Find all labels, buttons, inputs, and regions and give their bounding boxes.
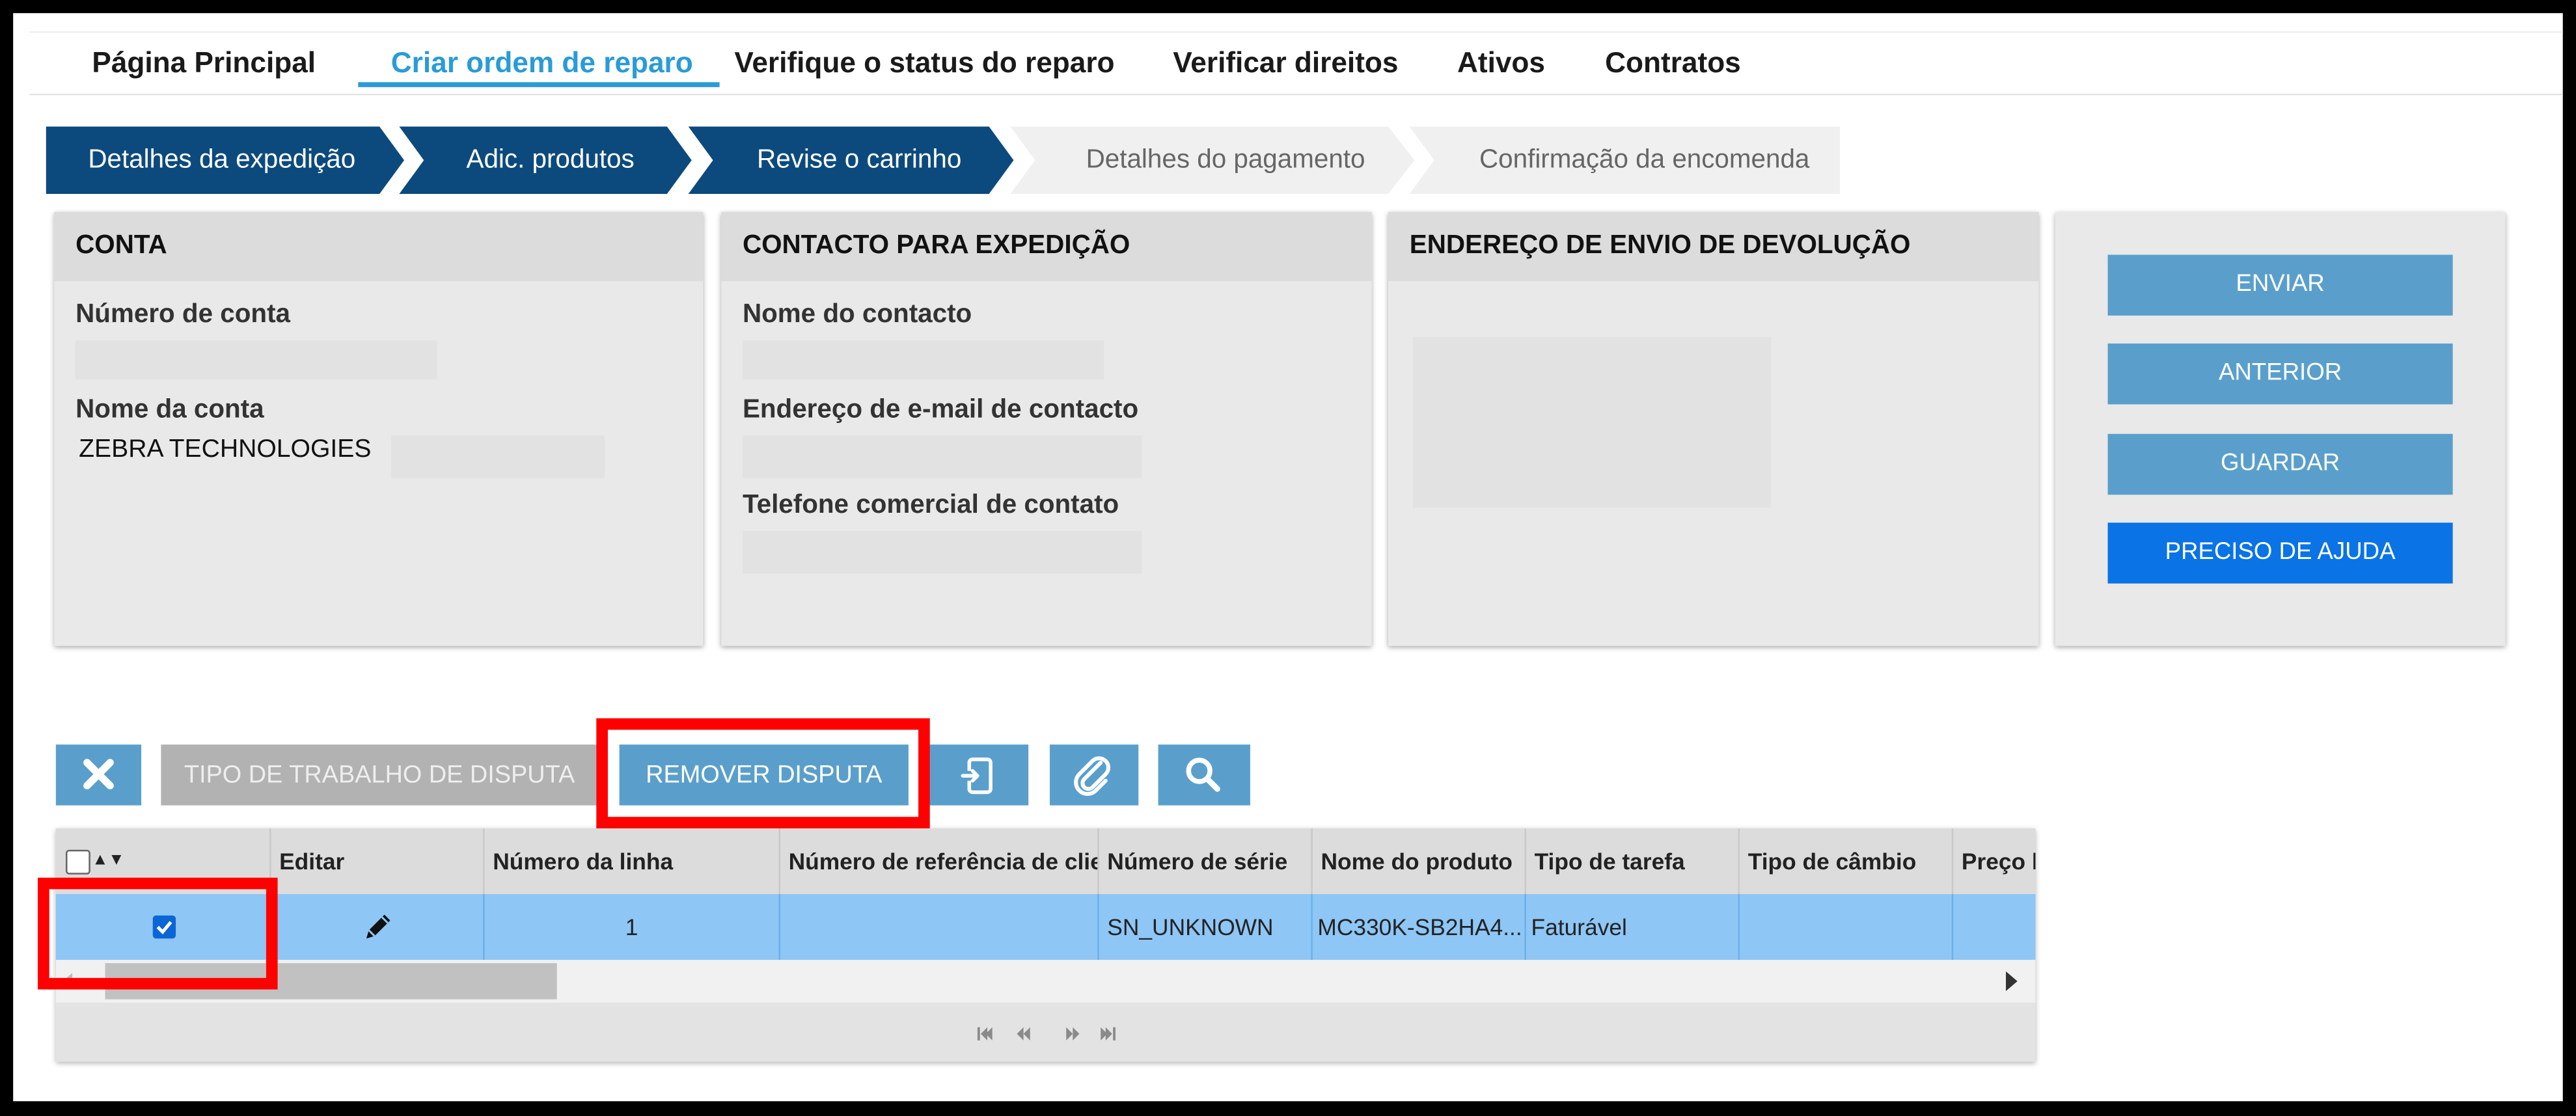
panel-title: CONTA <box>75 232 167 260</box>
nav-assets[interactable]: Ativos <box>1457 33 1545 92</box>
account-name-label: Nome da conta <box>75 396 264 424</box>
step-payment-details: Detalhes do pagamento <box>1010 126 1418 195</box>
delete-button[interactable] <box>55 744 142 806</box>
horizontal-scrollbar[interactable] <box>55 960 2036 1003</box>
account-number-label: Número de conta <box>75 301 290 329</box>
save-button[interactable]: GUARDAR <box>2107 433 2453 495</box>
row-price <box>1953 894 2035 960</box>
account-name-value: ZEBRA TECHNOLOGIES <box>79 435 372 464</box>
highlight-remove-dispute <box>596 718 930 829</box>
contact-phone-value <box>742 530 1142 574</box>
column-header-edit[interactable]: Editar <box>271 828 485 895</box>
return-address-value <box>1412 336 1772 508</box>
account-panel: CONTA Número de conta Nome da conta ZEBR… <box>54 211 704 646</box>
column-header-task-type[interactable]: Tipo de tarefa <box>1526 828 1740 895</box>
step-review-cart[interactable]: Revise o carrinho <box>688 126 1017 195</box>
pager <box>56 1003 2036 1062</box>
dispute-work-type-button[interactable]: TIPO DE TRABALHO DE DISPUTA <box>161 744 598 806</box>
step-label: Detalhes da expedição <box>88 146 356 174</box>
repair-lines-grid: ▲▼ Editar Número da linha Número de refe… <box>55 828 2036 1062</box>
row-serial-number: SN_UNKNOWN <box>1099 894 1313 960</box>
close-icon <box>83 759 114 790</box>
panel-header: CONTA <box>54 211 704 281</box>
paperclip-icon <box>1074 756 1110 796</box>
column-header-customer-reference[interactable]: Número de referência de clien <box>780 828 1099 895</box>
nav-repair-status[interactable]: Verifique o status do reparo <box>734 33 1114 92</box>
row-product-name: MC330K-SB2HA4... <box>1313 894 1526 960</box>
step-add-products[interactable]: Adic. produtos <box>399 126 694 195</box>
next-page-icon[interactable] <box>1066 1027 1080 1041</box>
repair-order-page: Página Principal Criar ordem de reparo V… <box>13 13 2563 1102</box>
previous-button[interactable]: ANTERIOR <box>2107 343 2453 405</box>
panel-title: CONTACTO PARA EXPEDIÇÃO <box>742 232 1130 260</box>
contact-phone-label: Telefone comercial de contato <box>742 491 1119 520</box>
scroll-right-icon[interactable] <box>2006 971 2018 992</box>
nav-check-entitlements[interactable]: Verificar direitos <box>1173 33 1398 92</box>
top-navigation: Página Principal Criar ordem de reparo V… <box>29 31 2563 96</box>
contact-email-value <box>742 435 1142 479</box>
help-button[interactable]: PRECISO DE AJUDA <box>2107 523 2453 584</box>
nav-home[interactable]: Página Principal <box>92 33 316 92</box>
last-page-icon[interactable] <box>1101 1027 1116 1041</box>
step-label: Adic. produtos <box>466 146 635 174</box>
previous-page-icon[interactable] <box>1017 1027 1030 1041</box>
step-order-confirmation: Confirmação da encomenda <box>1409 126 1841 195</box>
step-label: Detalhes do pagamento <box>1086 146 1365 174</box>
device-export-icon <box>961 757 993 795</box>
column-header-product-name[interactable]: Nome do produto <box>1313 828 1526 895</box>
redacted-field <box>391 435 605 479</box>
shipping-contact-panel: CONTACTO PARA EXPEDIÇÃO Nome do contacto… <box>721 211 1372 646</box>
row-edit-cell <box>271 894 485 960</box>
row-task-type: Faturável <box>1526 894 1740 960</box>
export-button[interactable] <box>928 744 1029 806</box>
step-shipping-details[interactable]: Detalhes da expedição <box>46 126 407 195</box>
pencil-icon[interactable] <box>360 909 396 946</box>
select-all-checkbox[interactable] <box>65 849 90 875</box>
account-number-value <box>75 340 437 380</box>
column-header-serial-number[interactable]: Número de série <box>1099 828 1313 895</box>
nav-contracts[interactable]: Contratos <box>1605 33 1741 92</box>
row-customer-reference <box>780 894 1099 960</box>
panel-title: ENDEREÇO DE ENVIO DE DEVOLUÇÃO <box>1409 232 1911 260</box>
return-address-panel: ENDEREÇO DE ENVIO DE DEVOLUÇÃO <box>1388 211 2039 646</box>
panel-header: ENDEREÇO DE ENVIO DE DEVOLUÇÃO <box>1388 211 2039 281</box>
column-header-line-number[interactable]: Número da linha <box>485 828 780 895</box>
search-button[interactable] <box>1158 744 1250 806</box>
step-label: Confirmação da encomenda <box>1479 146 1810 174</box>
highlight-row-checkbox <box>38 877 278 990</box>
actions-panel: ENVIAR ANTERIOR GUARDAR PRECISO DE AJUDA <box>2055 211 2506 646</box>
attach-button[interactable] <box>1049 744 1139 806</box>
contact-name-value <box>742 340 1104 380</box>
nav-create-repair-order[interactable]: Criar ordem de reparo <box>358 33 720 87</box>
contact-name-label: Nome do contacto <box>742 301 972 329</box>
row-exchange-type <box>1740 894 1954 960</box>
search-icon <box>1186 757 1220 792</box>
submit-button[interactable]: ENVIAR <box>2107 254 2453 316</box>
step-label: Revise o carrinho <box>757 146 962 174</box>
first-page-icon[interactable] <box>977 1027 993 1041</box>
contact-email-label: Endereço de e-mail de contacto <box>742 396 1139 424</box>
panel-header: CONTACTO PARA EXPEDIÇÃO <box>721 211 1372 281</box>
column-header-price[interactable]: Preço l <box>1953 828 2036 894</box>
row-line-number: 1 <box>485 894 780 960</box>
column-header-exchange-type[interactable]: Tipo de câmbio <box>1740 828 1954 895</box>
